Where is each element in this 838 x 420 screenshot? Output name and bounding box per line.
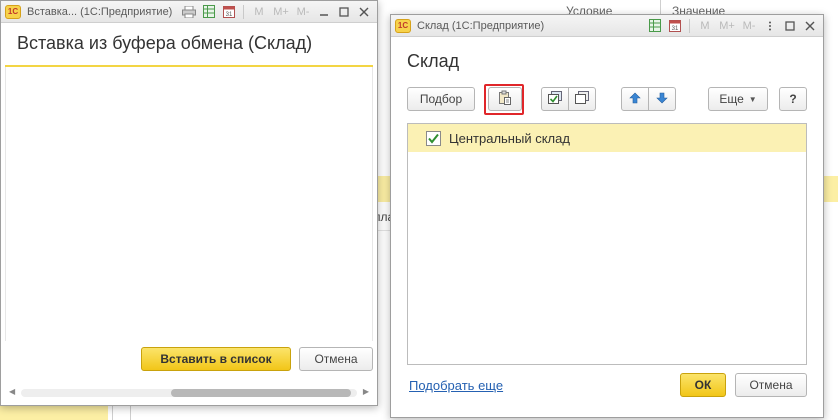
form-title: Вставка из буфера обмена (Склад) [17, 33, 313, 53]
move-down-button[interactable] [648, 87, 676, 111]
help-button[interactable]: ? [779, 87, 807, 111]
title-toolbar: 31 M M+ M- [180, 4, 373, 20]
column-divider [660, 0, 661, 14]
memory-minus-button[interactable]: M- [739, 20, 759, 32]
window-title: Вставка... (1С:Предприятие) [27, 5, 173, 18]
selected-row-strip [824, 176, 838, 202]
list-item-label: Центральный склад [449, 130, 570, 146]
memory-minus-button[interactable]: M- [293, 6, 313, 18]
calendar-icon[interactable]: 31 [220, 4, 238, 20]
selected-row-strip-mid [378, 176, 390, 202]
uncheck-all-button[interactable] [568, 87, 596, 111]
spreadsheet-icon[interactable] [200, 4, 218, 20]
arrow-up-icon [629, 92, 641, 107]
title-toolbar: 31 M M+ M- [646, 18, 819, 34]
move-up-button[interactable] [621, 87, 649, 111]
item-checkbox[interactable] [426, 130, 441, 146]
svg-text:31: 31 [226, 12, 233, 18]
memory-m-button[interactable]: M [695, 20, 715, 32]
title-bar[interactable]: 1С Склад (1С:Предприятие) 31 M M+ M- [391, 15, 823, 37]
app-logo-icon: 1С [5, 4, 21, 19]
title-bar[interactable]: 1С Вставка... (1С:Предприятие) 31 M M+ M… [1, 1, 377, 23]
chevron-down-icon: ▼ [748, 94, 757, 104]
maximize-icon[interactable] [781, 18, 799, 34]
selected-row-strip-left [0, 404, 108, 420]
more-actions-button[interactable]: Еще ▼ [708, 87, 768, 111]
scrollbar-thumb[interactable] [171, 389, 351, 397]
cancel-button[interactable]: Отмена [735, 373, 807, 397]
calendar-icon[interactable]: 31 [666, 18, 684, 34]
svg-text:31: 31 [672, 26, 679, 32]
app-logo-icon: 1С [395, 18, 411, 33]
background-divider-2 [112, 404, 113, 420]
paste-text-area[interactable] [5, 67, 373, 341]
cancel-button[interactable]: Отмена [299, 347, 373, 371]
background-divider-3 [130, 404, 131, 420]
close-icon[interactable] [355, 4, 373, 20]
check-all-icon [547, 90, 563, 108]
pick-button[interactable]: Подбор [407, 87, 475, 111]
scroll-left-icon[interactable]: ◀ [9, 387, 15, 396]
spreadsheet-icon[interactable] [646, 18, 664, 34]
paste-from-clipboard-window: 1С Вставка... (1С:Предприятие) 31 M M+ M… [0, 0, 378, 406]
maximize-icon[interactable] [335, 4, 353, 20]
pick-more-link[interactable]: Подобрать еще [409, 378, 503, 393]
memory-plus-button[interactable]: M+ [717, 20, 737, 32]
checkmark-icon [428, 133, 439, 144]
insert-into-list-button[interactable]: Вставить в список [141, 347, 291, 371]
form-title: Склад [407, 51, 460, 71]
memory-plus-button[interactable]: M+ [271, 6, 291, 18]
check-all-button[interactable] [541, 87, 569, 111]
arrow-down-icon [656, 92, 668, 107]
print-icon[interactable] [180, 4, 198, 20]
uncheck-all-icon [574, 90, 590, 108]
toolbar-separator [243, 4, 244, 19]
memory-m-button[interactable]: M [249, 6, 269, 18]
minimize-icon[interactable] [315, 4, 333, 20]
window-title: Склад (1С:Предприятие) [417, 19, 545, 32]
ok-button[interactable]: ОК [680, 373, 726, 397]
horizontal-scrollbar[interactable] [21, 389, 357, 397]
highlight-frame [484, 84, 524, 115]
background-divider [378, 230, 390, 231]
close-icon[interactable] [801, 18, 819, 34]
more-actions-label: Еще [719, 92, 744, 106]
more-dots-icon[interactable] [761, 18, 779, 34]
list-item[interactable]: Центральный склад [408, 124, 806, 152]
warehouse-window: 1С Склад (1С:Предприятие) 31 M M+ M- Скл… [390, 14, 824, 418]
warehouse-list[interactable]: Центральный склад [407, 123, 807, 365]
toolbar-separator [689, 18, 690, 33]
scroll-right-icon[interactable]: ▶ [363, 387, 369, 396]
